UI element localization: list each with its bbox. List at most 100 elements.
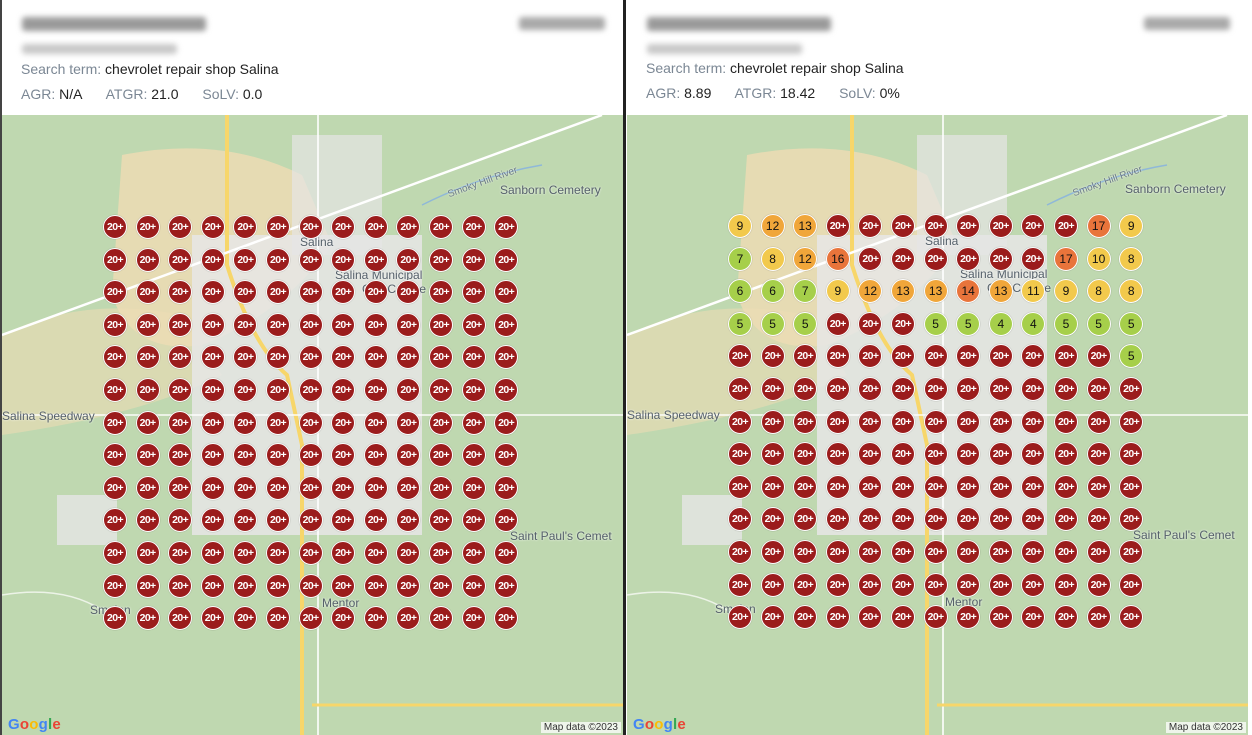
rank-pin[interactable]: 20+: [1054, 540, 1078, 564]
rank-pin[interactable]: 20+: [494, 312, 519, 337]
rank-pin[interactable]: 20+: [168, 443, 193, 468]
rank-pin[interactable]: 20+: [233, 410, 258, 435]
rank-pin[interactable]: 20+: [956, 474, 981, 499]
rank-pin[interactable]: 20+: [793, 540, 818, 564]
rank-pin[interactable]: 20+: [298, 345, 323, 370]
rank-pin[interactable]: 20+: [200, 508, 225, 533]
rank-pin[interactable]: 20+: [1021, 572, 1046, 597]
rank-pin[interactable]: 20+: [266, 541, 290, 565]
rank-pin[interactable]: 20+: [331, 410, 356, 435]
rank-pin[interactable]: 12: [858, 279, 883, 304]
rank-pin[interactable]: 20+: [331, 345, 356, 370]
rank-pin[interactable]: 20+: [923, 214, 948, 238]
rank-pin[interactable]: 20+: [494, 280, 519, 305]
rank-pin[interactable]: 20+: [103, 312, 127, 337]
rank-pin[interactable]: 20+: [891, 311, 915, 336]
rank-pin[interactable]: 20+: [760, 442, 785, 467]
rank-pin[interactable]: 20+: [103, 508, 127, 533]
rank-pin[interactable]: 13: [793, 214, 818, 238]
rank-pin[interactable]: 20+: [1086, 507, 1111, 532]
rank-pin[interactable]: 20+: [793, 572, 818, 597]
rank-pin[interactable]: 20+: [858, 540, 883, 564]
rank-pin[interactable]: 20+: [1054, 377, 1078, 401]
rank-pin[interactable]: 20+: [298, 280, 323, 305]
rank-pin[interactable]: 20+: [266, 312, 290, 337]
rank-pin[interactable]: 20+: [168, 541, 193, 565]
rank-pin[interactable]: 20+: [233, 475, 258, 500]
rank-pin[interactable]: 11: [1021, 279, 1046, 304]
rank-pin[interactable]: 20+: [429, 573, 453, 598]
rank-pin[interactable]: 20+: [429, 280, 453, 305]
rank-pin[interactable]: 20+: [135, 378, 160, 402]
rank-pin[interactable]: 20+: [266, 475, 290, 500]
rank-pin[interactable]: 20+: [200, 280, 225, 305]
rank-pin[interactable]: 20+: [331, 541, 356, 565]
rank-pin[interactable]: 20+: [1054, 409, 1078, 434]
rank-pin[interactable]: 20+: [1119, 507, 1144, 532]
rank-pin[interactable]: 20+: [429, 508, 453, 533]
rank-pin[interactable]: 5: [793, 311, 818, 336]
rank-pin[interactable]: 20+: [891, 344, 915, 369]
rank-pin[interactable]: 20+: [1054, 474, 1078, 499]
rank-pin[interactable]: 20+: [825, 344, 850, 369]
rank-pin[interactable]: 20+: [1086, 572, 1111, 597]
rank-pin[interactable]: 20+: [363, 215, 388, 239]
rank-pin[interactable]: 5: [728, 311, 752, 336]
rank-pin[interactable]: 9: [728, 214, 752, 238]
rank-pin[interactable]: 20+: [396, 410, 421, 435]
rank-pin[interactable]: 4: [988, 311, 1013, 336]
rank-pin[interactable]: 20+: [728, 442, 752, 467]
map-data-attribution[interactable]: Map data ©2023: [1165, 722, 1246, 733]
rank-pin[interactable]: 20+: [298, 443, 323, 468]
rank-pin[interactable]: 20+: [461, 541, 486, 565]
rank-pin[interactable]: 8: [760, 246, 785, 271]
rank-pin[interactable]: 20+: [988, 540, 1013, 564]
rank-pin[interactable]: 20+: [728, 572, 752, 597]
rank-pin[interactable]: 20+: [429, 345, 453, 370]
rank-pin[interactable]: 20+: [858, 605, 883, 630]
rank-pin[interactable]: 20+: [728, 344, 752, 369]
rank-pin[interactable]: 20+: [331, 312, 356, 337]
rank-pin[interactable]: 20+: [103, 541, 127, 565]
rank-pin[interactable]: 20+: [331, 475, 356, 500]
rank-pin[interactable]: 20+: [233, 312, 258, 337]
rank-pin[interactable]: 20+: [363, 312, 388, 337]
rank-pin[interactable]: 20+: [923, 246, 948, 271]
rank-pin[interactable]: 20+: [200, 378, 225, 402]
rank-pin[interactable]: 20+: [135, 410, 160, 435]
rank-pin[interactable]: 20+: [988, 572, 1013, 597]
rank-pin[interactable]: 20+: [858, 377, 883, 401]
rank-pin[interactable]: 20+: [1021, 474, 1046, 499]
rank-pin[interactable]: 20+: [135, 573, 160, 598]
rank-pin[interactable]: 20+: [429, 312, 453, 337]
rank-pin[interactable]: 8: [1119, 246, 1144, 271]
rank-pin[interactable]: 20+: [728, 605, 752, 630]
rank-pin[interactable]: 20+: [233, 573, 258, 598]
rank-pin[interactable]: 20+: [494, 443, 519, 468]
rank-pin[interactable]: 20+: [298, 247, 323, 272]
rank-pin[interactable]: 20+: [1119, 442, 1144, 467]
rank-pin[interactable]: 20+: [923, 507, 948, 532]
rank-pin[interactable]: 20+: [728, 507, 752, 532]
rank-pin[interactable]: 20+: [1086, 409, 1111, 434]
rank-pin[interactable]: 20+: [1054, 507, 1078, 532]
rank-pin[interactable]: 20+: [923, 344, 948, 369]
rank-pin[interactable]: 20+: [298, 410, 323, 435]
rank-pin[interactable]: 20+: [858, 474, 883, 499]
rank-pin[interactable]: 20+: [233, 443, 258, 468]
rank-pin[interactable]: 20+: [429, 410, 453, 435]
rank-pin[interactable]: 20+: [396, 215, 421, 239]
rank-pin[interactable]: 20+: [1021, 246, 1046, 271]
rank-pin[interactable]: 20+: [825, 409, 850, 434]
rank-pin[interactable]: 20+: [266, 606, 290, 631]
rank-pin[interactable]: 20+: [266, 280, 290, 305]
rank-pin[interactable]: 12: [760, 214, 785, 238]
rank-pin[interactable]: 20+: [956, 442, 981, 467]
rank-pin[interactable]: 20+: [233, 606, 258, 631]
rank-pin[interactable]: 20+: [1021, 442, 1046, 467]
rank-pin[interactable]: 20+: [233, 508, 258, 533]
rank-pin[interactable]: 5: [956, 311, 981, 336]
rank-pin[interactable]: 20+: [135, 508, 160, 533]
rank-pin[interactable]: 6: [728, 279, 752, 304]
rank-pin[interactable]: 20+: [891, 409, 915, 434]
